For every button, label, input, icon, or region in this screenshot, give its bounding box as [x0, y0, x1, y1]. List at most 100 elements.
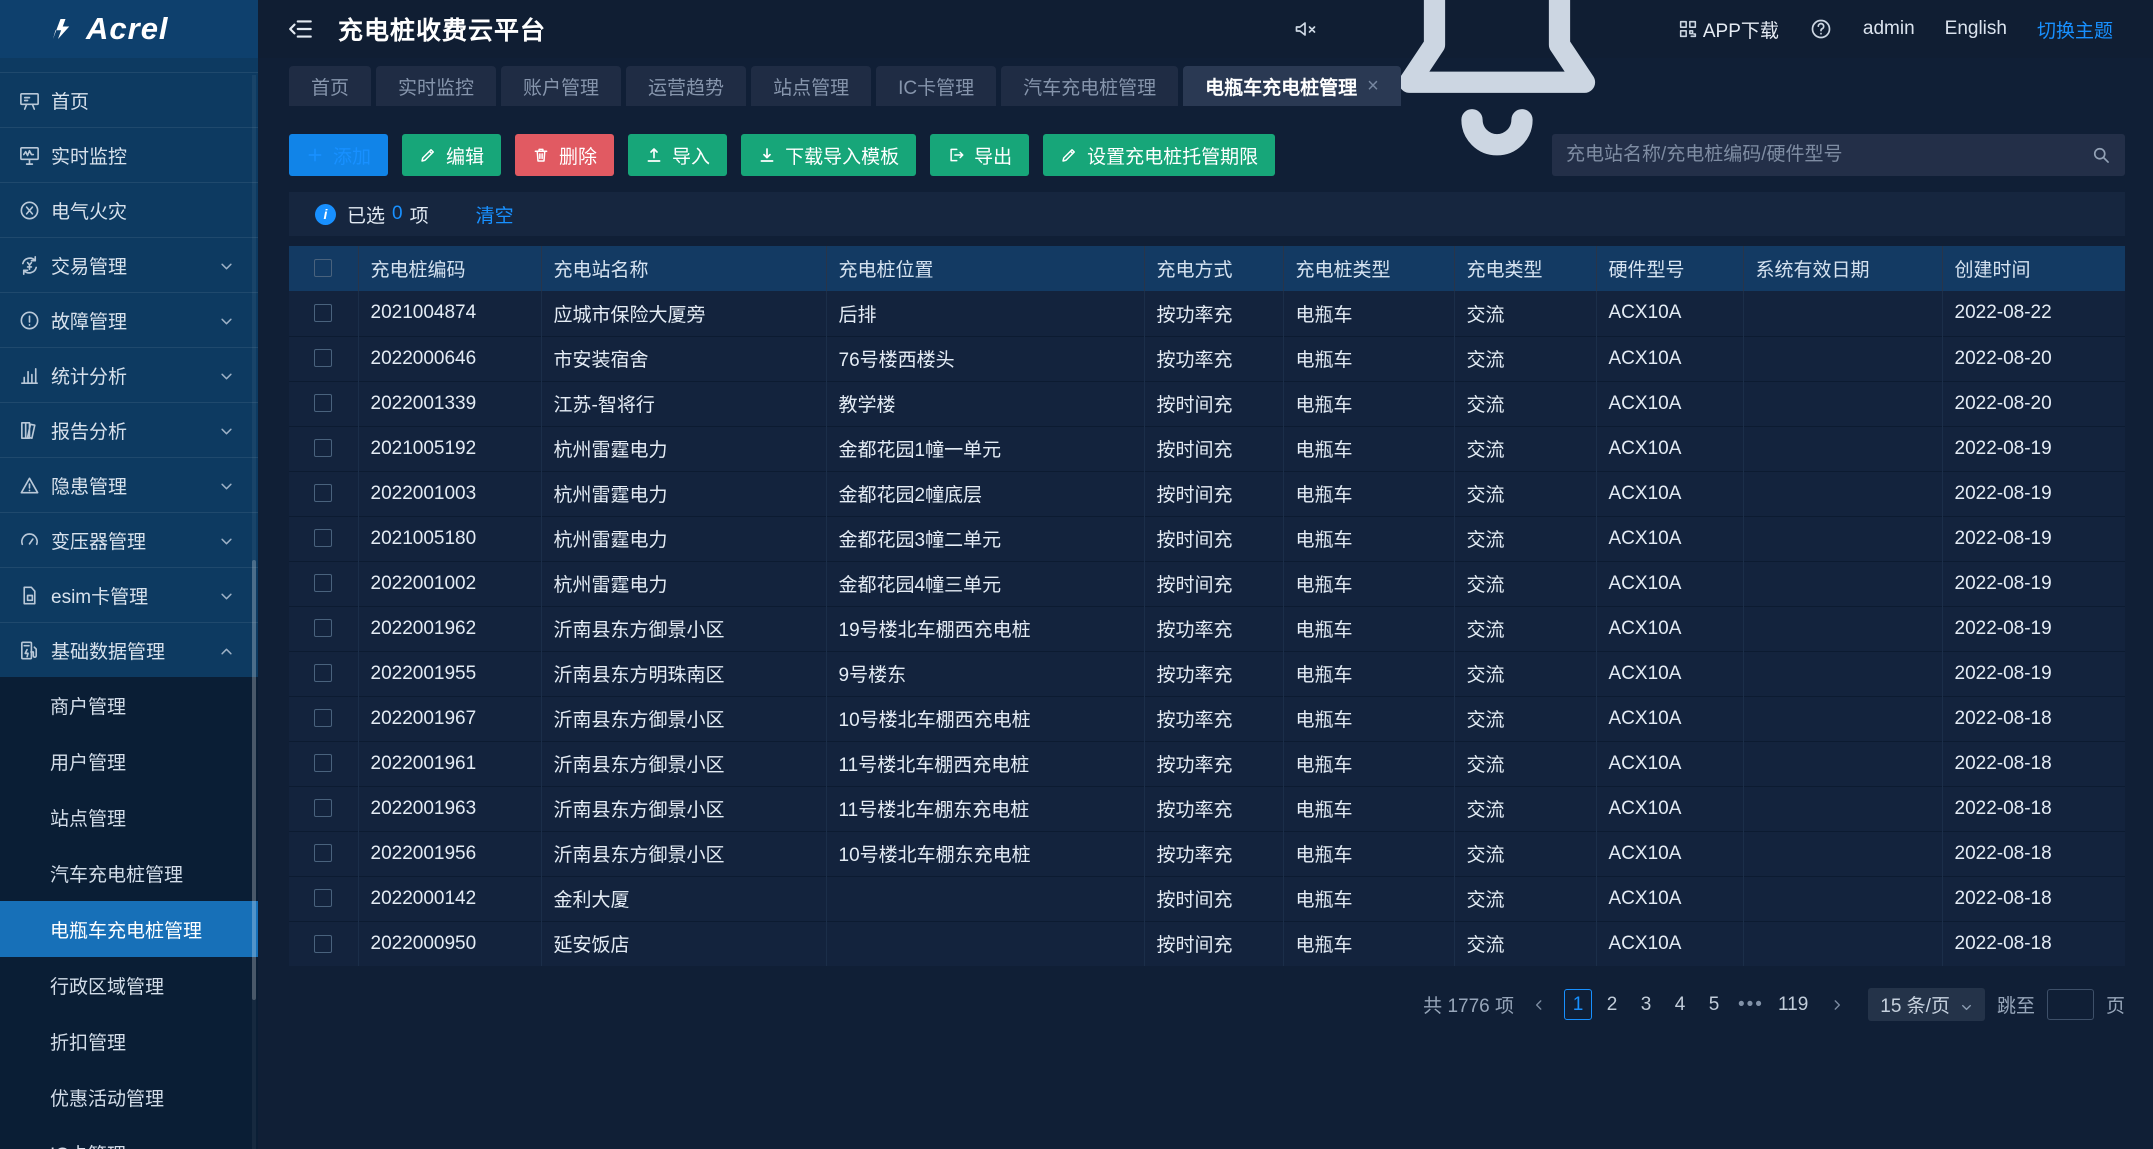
sidebar-item[interactable]: 报告分析: [0, 402, 258, 457]
tab[interactable]: 首页: [289, 66, 371, 106]
sidebar-submenu-item[interactable]: IC卡管理: [0, 1125, 258, 1149]
app-download-button[interactable]: APP下载: [1677, 16, 1779, 43]
row-checkbox[interactable]: [314, 709, 332, 727]
row-checkbox[interactable]: [314, 304, 332, 322]
sidebar-submenu-item[interactable]: 折扣管理: [0, 1013, 258, 1069]
table-row[interactable]: 2022001967沂南县东方御景小区10号楼北车棚西充电桩按功率充电瓶车交流A…: [289, 696, 2125, 741]
row-checkbox[interactable]: [314, 844, 332, 862]
table-row[interactable]: 2021005180杭州雷霆电力金都花园3幢二单元按时间充电瓶车交流ACX10A…: [289, 516, 2125, 561]
table-cell: 应城市保险大厦旁: [541, 291, 826, 336]
sidebar-submenu-item[interactable]: 电瓶车充电桩管理: [0, 901, 258, 957]
sidebar-item[interactable]: 交易管理: [0, 237, 258, 292]
table-row[interactable]: 2022001339江苏-智将行教学楼按时间充电瓶车交流ACX10A2022-0…: [289, 381, 2125, 426]
toolbar-button[interactable]: 下载导入模板: [741, 134, 916, 176]
row-checkbox[interactable]: [314, 889, 332, 907]
collapse-sidebar-icon[interactable]: [288, 16, 314, 42]
jump-page-input[interactable]: [2047, 989, 2094, 1020]
table-row[interactable]: 2022001961沂南县东方御景小区11号楼北车棚西充电桩按功率充电瓶车交流A…: [289, 741, 2125, 786]
table-row[interactable]: 2022001956沂南县东方御景小区10号楼北车棚东充电桩按功率充电瓶车交流A…: [289, 831, 2125, 876]
sidebar-item[interactable]: 首页: [0, 72, 258, 127]
toolbar-button[interactable]: 编辑: [402, 134, 501, 176]
theme-toggle-link[interactable]: 切换主题: [2037, 16, 2113, 43]
table-row[interactable]: 2021005192杭州雷霆电力金都花园1幢一单元按时间充电瓶车交流ACX10A…: [289, 426, 2125, 471]
tab[interactable]: 运营趋势: [626, 66, 746, 106]
tab-label: 站点管理: [773, 73, 849, 100]
username[interactable]: admin: [1863, 18, 1915, 40]
sidebar-submenu-item[interactable]: 优惠活动管理: [0, 1069, 258, 1125]
search-input[interactable]: [1566, 144, 2091, 166]
table-row[interactable]: 2022000646市安装宿舍76号楼西楼头按功率充电瓶车交流ACX10A202…: [289, 336, 2125, 381]
table-cell: ACX10A: [1596, 651, 1743, 696]
page-number-button[interactable]: 1: [1564, 989, 1592, 1020]
row-checkbox[interactable]: [314, 349, 332, 367]
row-checkbox[interactable]: [314, 529, 332, 547]
toolbar-button[interactable]: 删除: [515, 134, 614, 176]
toolbar-button[interactable]: 设置充电桩托管期限: [1043, 134, 1275, 176]
tab[interactable]: 汽车充电桩管理: [1001, 66, 1178, 106]
tab[interactable]: 账户管理: [501, 66, 621, 106]
toolbar-button[interactable]: 导入: [628, 134, 727, 176]
clear-selection-link[interactable]: 清空: [476, 201, 514, 228]
sidebar-item[interactable]: 隐患管理: [0, 457, 258, 512]
table-row[interactable]: 2022001955沂南县东方明珠南区9号楼东按功率充电瓶车交流ACX10A20…: [289, 651, 2125, 696]
tab[interactable]: 电瓶车充电桩管理×: [1183, 66, 1401, 106]
page-size-select[interactable]: 15 条/页: [1868, 988, 1985, 1021]
sidebar-item[interactable]: 实时监控: [0, 127, 258, 182]
prev-page-arrow-icon[interactable]: [1526, 990, 1552, 1020]
toolbar-button[interactable]: 导出: [930, 134, 1029, 176]
page-number-button[interactable]: 5: [1700, 989, 1728, 1020]
row-checkbox[interactable]: [314, 484, 332, 502]
search-icon[interactable]: [2091, 145, 2111, 165]
sidebar-item[interactable]: 故障管理: [0, 292, 258, 347]
language-toggle[interactable]: English: [1945, 18, 2007, 40]
table-row[interactable]: 2022000950延安饭店按时间充电瓶车交流ACX10A2022-08-18: [289, 921, 2125, 966]
sidebar-submenu-item[interactable]: 用户管理: [0, 733, 258, 789]
sidebar-item[interactable]: 统计分析: [0, 347, 258, 402]
row-checkbox[interactable]: [314, 574, 332, 592]
row-checkbox[interactable]: [314, 935, 332, 953]
tab[interactable]: 站点管理: [751, 66, 871, 106]
sidebar-submenu-item[interactable]: 商户管理: [0, 677, 258, 733]
table-row[interactable]: 2022000142金利大厦按时间充电瓶车交流ACX10A2022-08-18: [289, 876, 2125, 921]
column-header: 充电类型: [1454, 246, 1596, 291]
sidebar-item[interactable]: 电气火灾: [0, 182, 258, 237]
table-cell: 2022-08-18: [1942, 786, 2125, 831]
toolbar-button[interactable]: 添加: [289, 134, 388, 176]
page-number-button[interactable]: 119: [1774, 989, 1812, 1020]
tab[interactable]: 实时监控: [376, 66, 496, 106]
row-checkbox[interactable]: [314, 664, 332, 682]
row-checkbox[interactable]: [314, 754, 332, 772]
sidebar-submenu-item[interactable]: 行政区域管理: [0, 957, 258, 1013]
row-checkbox[interactable]: [314, 439, 332, 457]
select-all-checkbox[interactable]: [314, 259, 332, 277]
table-row[interactable]: 2022001962沂南县东方御景小区19号楼北车棚西充电桩按功率充电瓶车交流A…: [289, 606, 2125, 651]
row-checkbox[interactable]: [314, 394, 332, 412]
table-cell: 2022-08-20: [1942, 336, 2125, 381]
table-row[interactable]: 2021004874应城市保险大厦旁后排按功率充电瓶车交流ACX10A2022-…: [289, 291, 2125, 336]
sidebar-item[interactable]: esim卡管理: [0, 567, 258, 622]
row-checkbox[interactable]: [314, 799, 332, 817]
help-icon[interactable]: [1809, 17, 1833, 41]
page-number-button[interactable]: 2: [1598, 989, 1626, 1020]
table-cell: 电瓶车: [1283, 876, 1454, 921]
page-number-button[interactable]: 3: [1632, 989, 1660, 1020]
warning-icon: [18, 474, 41, 497]
table-row[interactable]: 2022001002杭州雷霆电力金都花园4幢三单元按时间充电瓶车交流ACX10A…: [289, 561, 2125, 606]
chevron-up-icon: [219, 643, 234, 658]
tab[interactable]: IC卡管理: [876, 66, 996, 106]
sidebar-item[interactable]: 基础数据管理: [0, 622, 258, 677]
table-cell: 2022001956: [358, 831, 541, 876]
table-cell: 2022-08-18: [1942, 876, 2125, 921]
table-row[interactable]: 2022001963沂南县东方御景小区11号楼北车棚东充电桩按功率充电瓶车交流A…: [289, 786, 2125, 831]
sidebar-submenu-item[interactable]: 汽车充电桩管理: [0, 845, 258, 901]
sidebar-submenu-item[interactable]: 站点管理: [0, 789, 258, 845]
next-page-arrow-icon[interactable]: [1824, 990, 1850, 1020]
sidebar-item[interactable]: 变压器管理: [0, 512, 258, 567]
page-number-button[interactable]: 4: [1666, 989, 1694, 1020]
sidebar-item-label: 基础数据管理: [51, 637, 165, 664]
table-row[interactable]: 2022001003杭州雷霆电力金都花园2幢底层按时间充电瓶车交流ACX10A2…: [289, 471, 2125, 516]
close-tab-icon[interactable]: ×: [1367, 75, 1379, 98]
row-checkbox[interactable]: [314, 619, 332, 637]
mute-icon[interactable]: [1293, 17, 1317, 41]
sidebar-scrollbar-thumb[interactable]: [252, 560, 256, 1000]
